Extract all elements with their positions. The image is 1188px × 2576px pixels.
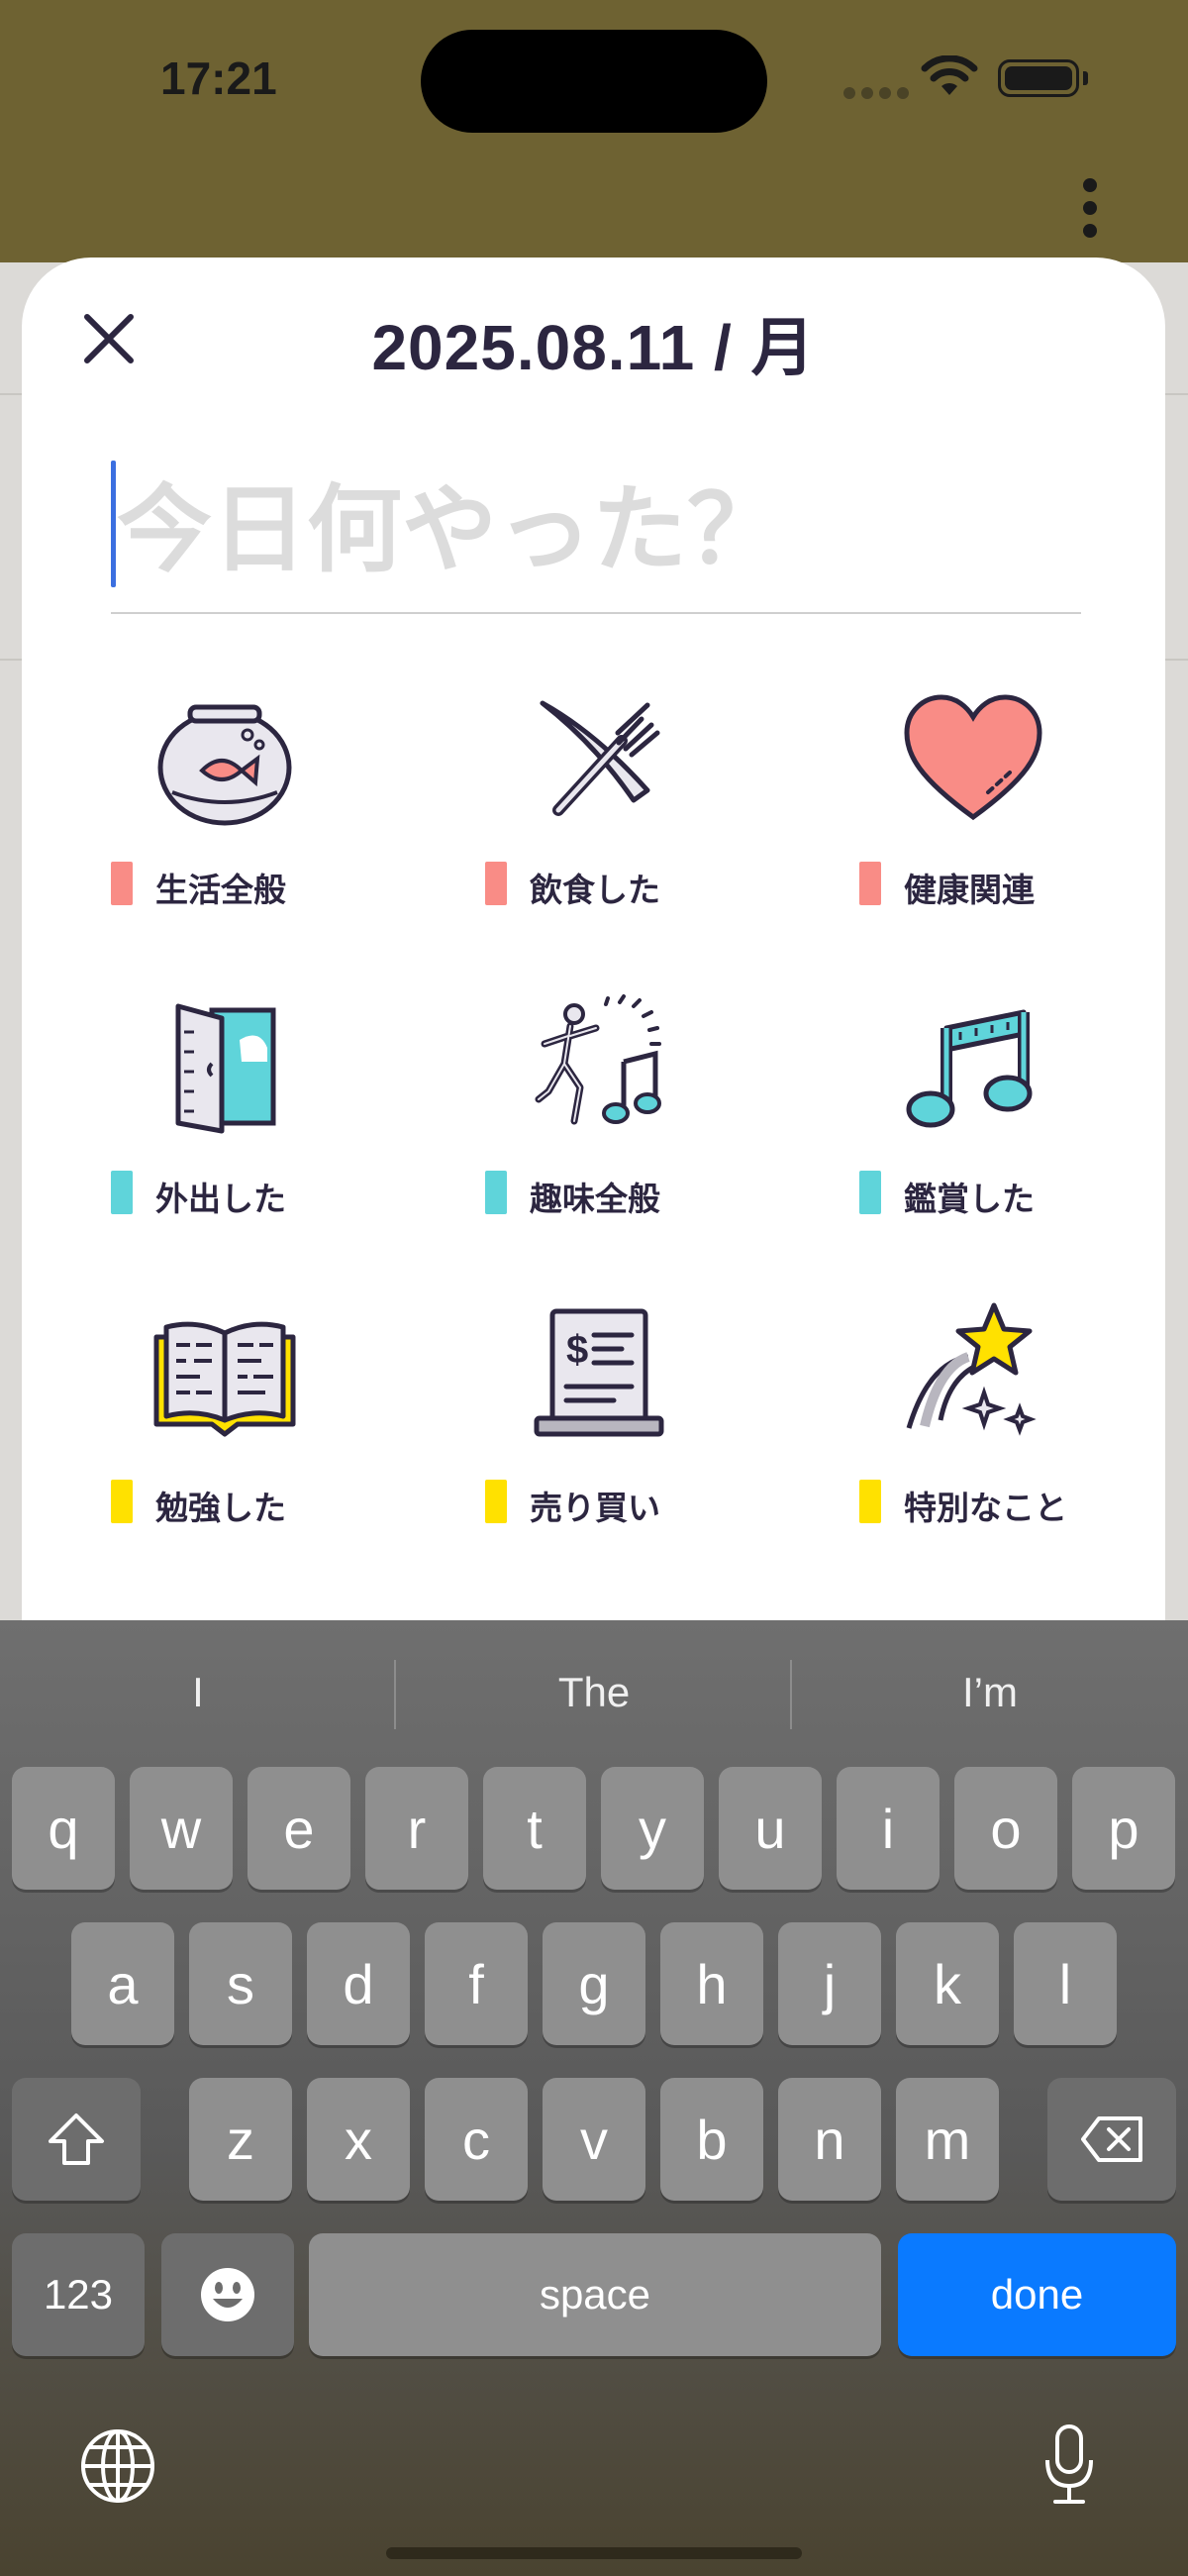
shooting-star-icon <box>906 1302 1037 1436</box>
key-a[interactable]: a <box>71 1922 174 2045</box>
book-icon <box>153 1321 296 1437</box>
category-label: 趣味全般 <box>530 1180 660 1218</box>
key-i[interactable]: i <box>837 1767 940 1890</box>
globe-icon[interactable] <box>79 2427 156 2505</box>
category-watching[interactable]: 鑑賞した <box>859 992 1186 1289</box>
more-options-icon[interactable] <box>1076 178 1106 238</box>
key-h[interactable]: h <box>660 1922 763 2045</box>
backspace-icon <box>1081 2116 1142 2162</box>
microphone-icon[interactable] <box>1041 2422 1097 2508</box>
suggestion-2[interactable]: The <box>396 1620 792 1764</box>
category-label: 特別なこと <box>904 1489 1067 1527</box>
key-v[interactable]: v <box>543 2078 645 2201</box>
key-k[interactable]: k <box>896 1922 999 2045</box>
category-hobby[interactable]: 趣味全般 <box>485 992 812 1289</box>
key-f[interactable]: f <box>425 1922 528 2045</box>
key-q[interactable]: q <box>12 1767 115 1890</box>
shift-icon <box>49 2113 104 2165</box>
battery-icon <box>998 59 1079 97</box>
category-color-chip <box>859 862 881 905</box>
category-special[interactable]: 特別なこと <box>859 1301 1186 1598</box>
category-color-chip <box>485 1480 507 1523</box>
key-o[interactable]: o <box>954 1767 1057 1890</box>
activity-input-wrapper <box>111 456 1081 614</box>
key-m[interactable]: m <box>896 2078 999 2201</box>
category-label: 鑑賞した <box>904 1180 1035 1218</box>
numbers-key[interactable]: 123 <box>12 2233 145 2356</box>
key-e[interactable]: e <box>248 1767 350 1890</box>
category-shopping[interactable]: $ 売り買い <box>485 1301 812 1598</box>
category-color-chip <box>485 1171 507 1214</box>
key-n[interactable]: n <box>778 2078 881 2201</box>
category-health[interactable]: 健康関連 <box>859 683 1186 980</box>
category-food[interactable]: 飲食した <box>485 683 812 980</box>
key-d[interactable]: d <box>307 1922 410 2045</box>
category-label: 健康関連 <box>904 871 1035 909</box>
battery-tip <box>1083 71 1088 85</box>
delete-key[interactable] <box>1047 2078 1176 2201</box>
category-label: 生活全般 <box>155 871 286 909</box>
activity-input[interactable] <box>111 456 1081 604</box>
heart-icon <box>904 694 1042 821</box>
emoji-key[interactable] <box>161 2233 294 2356</box>
dancer-icon <box>535 994 661 1125</box>
key-l[interactable]: l <box>1014 1922 1117 2045</box>
wifi-icon <box>921 55 978 95</box>
dynamic-island <box>421 30 767 133</box>
category-outing[interactable]: 外出した <box>111 992 438 1289</box>
key-t[interactable]: t <box>483 1767 586 1890</box>
category-color-chip <box>111 1171 133 1214</box>
suggestion-3[interactable]: I’m <box>792 1620 1188 1764</box>
key-w[interactable]: w <box>130 1767 233 1890</box>
key-u[interactable]: u <box>719 1767 822 1890</box>
key-x[interactable]: x <box>307 2078 410 2201</box>
key-s[interactable]: s <box>189 1922 292 2045</box>
cellular-signal-icon <box>843 87 909 99</box>
svg-text:$: $ <box>566 1328 588 1372</box>
category-label: 売り買い <box>530 1489 660 1527</box>
emoji-icon <box>201 2268 254 2321</box>
key-g[interactable]: g <box>543 1922 645 2045</box>
door-icon <box>175 1003 276 1134</box>
key-p[interactable]: p <box>1072 1767 1175 1890</box>
category-label: 飲食した <box>530 871 660 909</box>
suggestion-1[interactable]: I <box>0 1620 396 1764</box>
category-study[interactable]: 勉強した <box>111 1301 438 1598</box>
shift-key[interactable] <box>12 2078 141 2201</box>
category-life[interactable]: 生活全般 <box>111 683 438 980</box>
key-c[interactable]: c <box>425 2078 528 2201</box>
key-r[interactable]: r <box>365 1767 468 1890</box>
category-color-chip <box>859 1171 881 1214</box>
home-indicator <box>386 2547 802 2559</box>
key-b[interactable]: b <box>660 2078 763 2201</box>
add-entry-sheet: 2025.08.11 / 月 生活全般 <box>22 258 1165 1684</box>
fishbowl-icon <box>157 704 292 826</box>
category-color-chip <box>859 1480 881 1523</box>
music-note-icon <box>906 1009 1033 1128</box>
category-color-chip <box>485 862 507 905</box>
key-y[interactable]: y <box>601 1767 704 1890</box>
category-color-chip <box>111 862 133 905</box>
knife-fork-icon <box>540 700 660 816</box>
input-underline <box>111 612 1081 614</box>
status-time: 17:21 <box>160 52 277 104</box>
category-label: 外出した <box>155 1180 286 1218</box>
done-key[interactable]: done <box>898 2233 1176 2356</box>
keyboard: I The I’m q w e r t y u i o p a s d f g … <box>0 1620 1188 2576</box>
category-color-chip <box>111 1480 133 1523</box>
receipt-icon: $ <box>534 1308 664 1437</box>
space-key[interactable]: space <box>309 2233 881 2356</box>
category-label: 勉強した <box>155 1489 286 1527</box>
key-j[interactable]: j <box>778 1922 881 2045</box>
key-z[interactable]: z <box>189 2078 292 2201</box>
date-title: 2025.08.11 / 月 <box>371 312 816 383</box>
